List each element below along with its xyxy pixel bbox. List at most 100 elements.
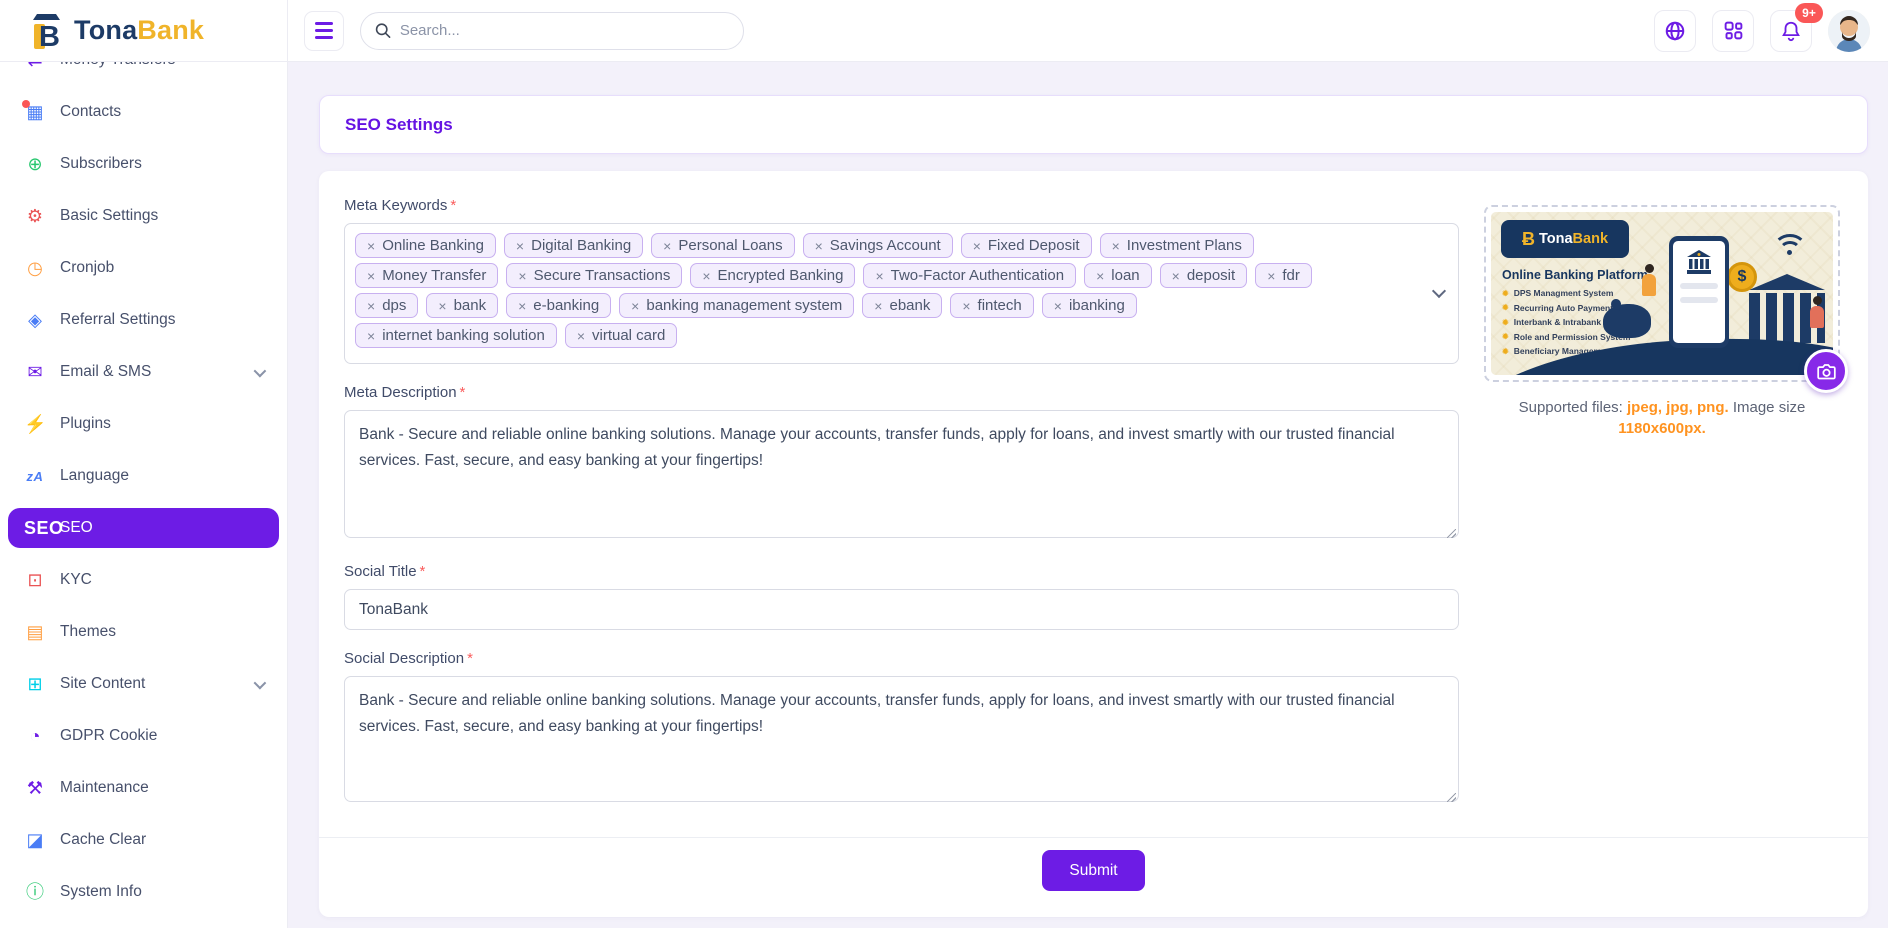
change-image-button[interactable] [1804,349,1848,393]
sidebar-toggle-button[interactable] [304,11,344,51]
person-illustration [1809,296,1825,328]
remove-keyword-icon[interactable]: × [367,268,375,284]
sidebar-item-seo[interactable]: SEOSEO [8,508,279,548]
chevron-down-icon[interactable] [1432,284,1446,298]
remove-keyword-icon[interactable]: × [1267,268,1275,284]
remove-keyword-icon[interactable]: × [874,298,882,314]
brand-logo[interactable]: B TonaBank [0,0,288,62]
sidebar-item-cache-clear[interactable]: ◪Cache Clear [8,820,279,860]
keyword-chip[interactable]: ×Secure Transactions [506,263,682,288]
sidebar-item-referral-settings[interactable]: ◈Referral Settings [8,300,279,340]
keyword-chip-label: virtual card [592,327,665,344]
keyword-chip[interactable]: ×Two-Factor Authentication [863,263,1076,288]
remove-keyword-icon[interactable]: × [1112,238,1120,254]
remove-keyword-icon[interactable]: × [875,268,883,284]
remove-keyword-icon[interactable]: × [973,238,981,254]
search-box[interactable] [360,12,744,50]
seo-image-upload[interactable]: Ƀ TonaBank Online Banking Platform ✹DPS … [1484,205,1840,382]
resize-grip-icon[interactable] [1447,793,1456,802]
keyword-chip[interactable]: ×Investment Plans [1100,233,1254,258]
remove-keyword-icon[interactable]: × [367,328,375,344]
sidebar-item-site-content[interactable]: ⊞Site Content [8,664,279,704]
wifi-icon [1773,234,1807,260]
keyword-chip[interactable]: ×Savings Account [803,233,953,258]
keyword-chip-label: ebank [889,297,930,314]
language-globe-button[interactable] [1654,10,1696,52]
keyword-chip[interactable]: × Fixed Deposit [961,233,1092,258]
star-bullet-icon: ✹ [1502,303,1509,312]
keyword-chip[interactable]: ×Personal Loans [651,233,794,258]
search-input[interactable] [400,22,729,39]
piggy-bank-illustration [1603,304,1651,338]
chevron-down-icon [254,676,267,689]
keyword-chip[interactable]: ×e-banking [506,293,611,318]
remove-keyword-icon[interactable]: × [518,298,526,314]
keyword-chip[interactable]: ×banking management system [619,293,854,318]
remove-keyword-icon[interactable]: × [1054,298,1062,314]
remove-keyword-icon[interactable]: × [438,298,446,314]
sidebar-item-money-transfers[interactable]: ⇄Money Transfers [8,62,279,80]
sidebar-item-system-info[interactable]: ⓘSystem Info [8,872,279,912]
keyword-chip[interactable]: ×Digital Banking [504,233,643,258]
avatar-image [1828,10,1870,52]
keyword-chip[interactable]: ×bank [426,293,498,318]
keyword-chip-label: Money Transfer [382,267,486,284]
remove-keyword-icon[interactable]: × [577,328,585,344]
sidebar-item-maintenance[interactable]: ⚒Maintenance [8,768,279,808]
keyword-chip[interactable]: × virtual card [565,323,678,348]
keyword-chip[interactable]: × dps [355,293,418,318]
remove-keyword-icon[interactable]: × [962,298,970,314]
star-bullet-icon: ✹ [1502,318,1509,327]
sidebar-item-cronjob[interactable]: ◷Cronjob [8,248,279,288]
keyword-chip[interactable]: × Encrypted Banking [690,263,855,288]
remove-keyword-icon[interactable]: × [367,298,375,314]
resize-grip-icon[interactable] [1447,529,1456,538]
sidebar-item-plugins[interactable]: ⚡Plugins [8,404,279,444]
keyword-chip-label: Encrypted Banking [718,267,844,284]
keyword-chip-label: Fixed Deposit [988,237,1080,254]
keyword-chip[interactable]: ×ibanking [1042,293,1137,318]
remove-keyword-icon[interactable]: × [815,238,823,254]
keyword-chip[interactable]: ×internet banking solution [355,323,557,348]
keyword-chip[interactable]: ×loan [1084,263,1152,288]
remove-keyword-icon[interactable]: × [702,268,710,284]
keyword-chip-label: dps [382,297,406,314]
social-description-textarea[interactable]: Bank - Secure and reliable online bankin… [344,676,1459,802]
sidebar-item-label: Email & SMS [60,363,240,381]
meta-description-textarea[interactable]: Bank - Secure and reliable online bankin… [344,410,1459,538]
sidebar-item-gdpr-cookie[interactable]: ◔GDPR Cookie [8,716,279,756]
remove-keyword-icon[interactable]: × [1172,268,1180,284]
submit-button[interactable]: Submit [1042,850,1145,891]
sidebar-item-themes[interactable]: ▤Themes [8,612,279,652]
sidebar-item-label: Site Content [60,675,240,693]
contact-card-icon: ▦ [24,103,46,121]
sidebar-item-basic-settings[interactable]: ⚙Basic Settings [8,196,279,236]
remove-keyword-icon[interactable]: × [663,238,671,254]
sidebar-item-email-sms[interactable]: ✉Email & SMS [8,352,279,392]
keyword-chip[interactable]: ×fdr [1255,263,1312,288]
sidebar-item-subscribers[interactable]: ⊕Subscribers [8,144,279,184]
notifications-button[interactable]: 9+ [1770,10,1812,52]
keyword-chip[interactable]: ×deposit [1160,263,1248,288]
social-title-input[interactable] [344,589,1459,630]
remove-keyword-icon[interactable]: × [631,298,639,314]
apps-menu-button[interactable] [1712,10,1754,52]
sidebar-item-label: Referral Settings [60,311,263,329]
layout-list-icon: ▤ [24,623,46,641]
sidebar-item-contacts[interactable]: ▦Contacts [8,92,279,132]
keyword-chip[interactable]: ×Online Banking [355,233,496,258]
star-bullet-icon: ✹ [1502,332,1509,341]
keyword-chip[interactable]: ×fintech [950,293,1033,318]
user-avatar[interactable] [1828,10,1870,52]
meta-keywords-input[interactable]: ×Online Banking ×Digital Banking ×Personal… [344,223,1459,364]
sidebar-item-language[interactable]: zALanguage [8,456,279,496]
remove-keyword-icon[interactable]: × [1096,268,1104,284]
sidebar-nav: ⇄Money Transfers ▦Contacts ⊕Subscribers ⚙Ba… [0,62,288,928]
remove-keyword-icon[interactable]: × [518,268,526,284]
remove-keyword-icon[interactable]: × [367,238,375,254]
remove-keyword-icon[interactable]: × [516,238,524,254]
keyword-chip[interactable]: × Money Transfer [355,263,498,288]
sidebar-item-kyc[interactable]: ⊡KYC [8,560,279,600]
keyword-chip[interactable]: × ebank [862,293,942,318]
page-title: SEO Settings [345,115,453,135]
